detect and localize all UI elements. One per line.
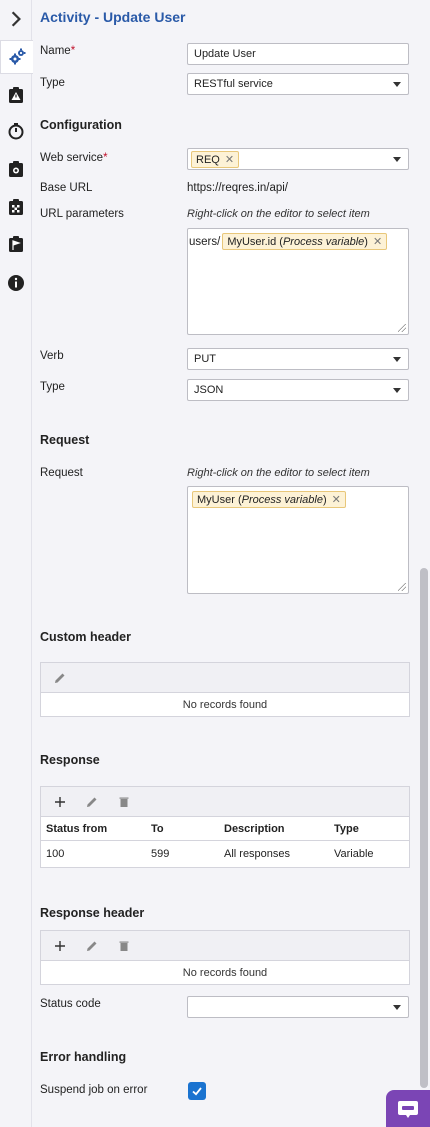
request-hint: Right-click on the editor to select item	[187, 467, 370, 479]
chat-button[interactable]	[386, 1090, 430, 1127]
column-header[interactable]: Type	[334, 823, 404, 835]
side-rail	[0, 0, 33, 1127]
request-heading: Request	[40, 433, 90, 447]
response-header-heading: Response header	[40, 906, 145, 920]
resize-handle[interactable]	[398, 324, 406, 332]
table-header: Status from To Description Type	[41, 817, 409, 841]
activity-panel: Activity - Update User Name* Update User…	[33, 0, 418, 1127]
url-parameters-hint: Right-click on the editor to select item	[187, 208, 370, 220]
response-header-grid: No records found	[40, 930, 410, 985]
checkered-flag-clipboard-icon[interactable]	[0, 190, 32, 224]
table-row[interactable]: 100 599 All responses Variable	[41, 841, 409, 867]
name-input[interactable]: Update User	[187, 43, 409, 65]
suspend-job-label: Suspend job on error	[40, 1084, 148, 1096]
type-label: Type	[40, 77, 65, 89]
edit-icon[interactable]	[51, 669, 69, 687]
error-handling-heading: Error handling	[40, 1050, 127, 1064]
remove-icon[interactable]: ✕	[332, 493, 341, 506]
request-editor[interactable]: MyUser (Process variable) ✕	[187, 486, 409, 594]
response-grid: Status from To Description Type 100 599 …	[40, 786, 410, 868]
page-title: Activity - Update User	[40, 9, 186, 25]
web-service-chip[interactable]: REQ ✕	[191, 151, 240, 168]
status-from-cell: 100	[46, 848, 65, 860]
flag-clipboard-icon[interactable]	[0, 227, 32, 261]
name-label: Name*	[40, 45, 76, 57]
add-icon[interactable]	[51, 937, 69, 955]
column-header[interactable]: Status from	[41, 823, 151, 835]
url-parameters-label: URL parameters	[40, 208, 124, 220]
url-prefix-text: users/	[189, 235, 221, 248]
to-cell: 599	[151, 848, 170, 860]
format-type-label: Type	[40, 381, 65, 393]
base-url-label: Base URL	[40, 182, 93, 194]
custom-header-grid: No records found	[40, 662, 410, 717]
web-service-select[interactable]: REQ ✕	[187, 148, 409, 170]
verb-label: Verb	[40, 350, 64, 362]
gears-icon[interactable]	[0, 40, 33, 74]
edit-icon[interactable]	[83, 937, 101, 955]
response-heading: Response	[40, 753, 100, 767]
status-code-select[interactable]	[187, 996, 409, 1018]
resize-handle[interactable]	[398, 583, 406, 591]
format-type-select[interactable]: JSON	[187, 379, 409, 401]
checkmark-icon	[192, 1087, 202, 1096]
chat-icon	[398, 1100, 418, 1118]
info-icon[interactable]	[0, 266, 32, 300]
chevron-right-icon[interactable]	[0, 2, 32, 36]
verb-select[interactable]: PUT	[187, 348, 409, 370]
custom-header-heading: Custom header	[40, 630, 131, 644]
scrollbar[interactable]	[420, 568, 428, 1088]
grid-toolbar	[41, 931, 409, 961]
delete-icon[interactable]	[115, 937, 133, 955]
remove-icon[interactable]: ✕	[373, 235, 382, 248]
type-select[interactable]: RESTful service	[187, 73, 409, 95]
configuration-heading: Configuration	[40, 118, 122, 132]
grid-toolbar	[41, 787, 409, 817]
timer-icon[interactable]	[0, 114, 32, 148]
url-variable-chip[interactable]: MyUser.id (Process variable) ✕	[222, 233, 388, 250]
web-service-label: Web service*	[40, 152, 108, 164]
warning-clipboard-icon[interactable]	[0, 78, 32, 112]
request-label: Request	[40, 467, 83, 479]
empty-message: No records found	[182, 699, 268, 711]
description-cell: All responses	[224, 848, 291, 860]
suspend-job-checkbox[interactable]	[188, 1082, 206, 1100]
edit-icon[interactable]	[83, 793, 101, 811]
add-icon[interactable]	[51, 793, 69, 811]
column-header[interactable]: Description	[224, 823, 334, 835]
request-variable-chip[interactable]: MyUser (Process variable) ✕	[192, 491, 346, 508]
status-code-label: Status code	[40, 998, 101, 1010]
base-url-value: https://reqres.in/api/	[187, 182, 288, 194]
url-parameters-editor[interactable]: users/ MyUser.id (Process variable) ✕	[187, 228, 409, 335]
type-cell: Variable	[334, 848, 374, 860]
camera-clipboard-icon[interactable]	[0, 152, 32, 186]
empty-message: No records found	[182, 967, 268, 979]
delete-icon[interactable]	[115, 793, 133, 811]
remove-icon[interactable]: ✕	[225, 153, 234, 166]
grid-toolbar	[41, 663, 409, 693]
column-header[interactable]: To	[151, 823, 224, 835]
